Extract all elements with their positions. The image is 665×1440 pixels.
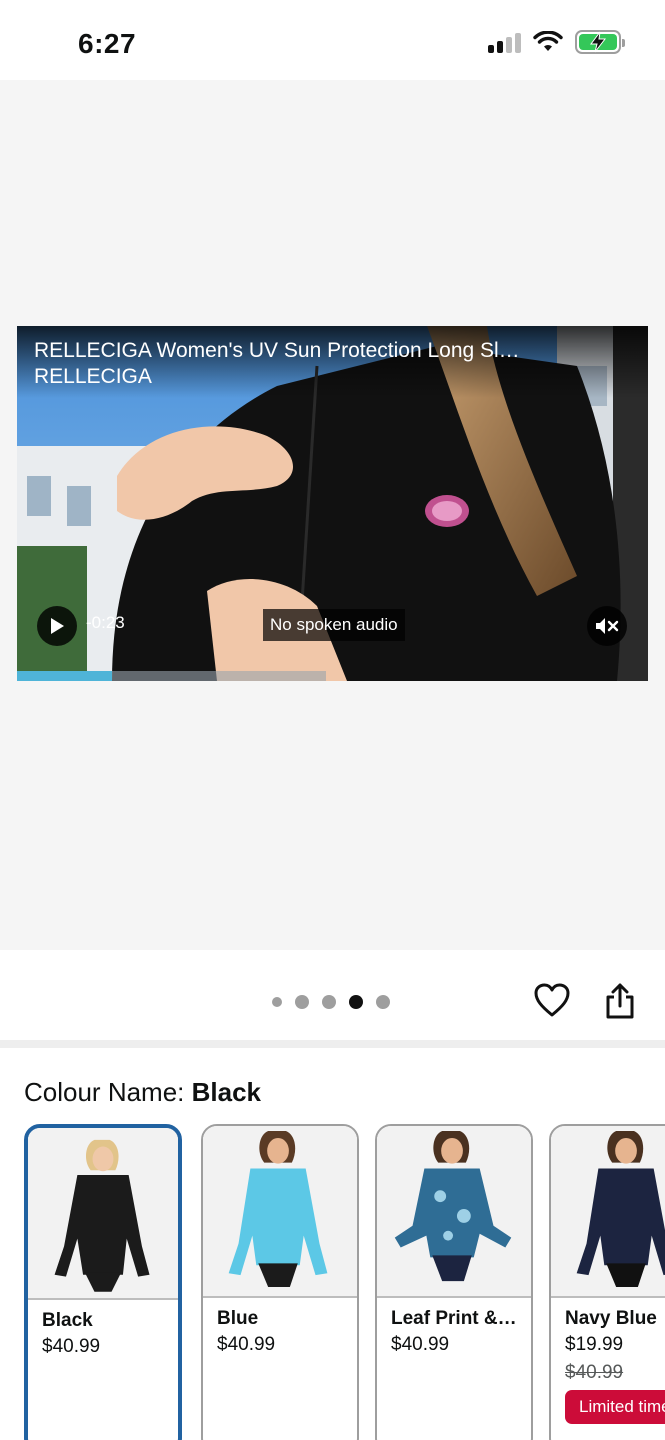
mute-button[interactable] <box>587 606 627 646</box>
swatch-price: $19.99 <box>565 1334 624 1355</box>
swatch-price: $40.99 <box>391 1334 450 1355</box>
swatch-divider <box>28 1298 178 1300</box>
swatch-price: $40.99 <box>42 1336 101 1357</box>
status-bar: 6:27 <box>0 0 665 80</box>
swatch-name: Leaf Print &… <box>391 1308 517 1329</box>
video-time-remaining: -0:23 <box>86 613 125 632</box>
video-title: RELLECIGA Women's UV Sun Protection Long… <box>34 339 520 362</box>
swatch-list-price: $40.99 <box>565 1362 624 1383</box>
swatch-name: Blue <box>217 1308 259 1329</box>
swatch-blue[interactable]: Blue $40.99 <box>201 1124 359 1440</box>
swatch-divider <box>551 1296 665 1298</box>
swatch-price: $40.99 <box>217 1334 276 1355</box>
play-button[interactable] <box>37 606 77 646</box>
video-progress-fill <box>17 671 112 681</box>
product-media-area: RELLECIGA Women's UV Sun Protection Long… <box>0 80 665 950</box>
product-video[interactable]: RELLECIGA Women's UV Sun Protection Long… <box>17 326 648 681</box>
video-progress-bar[interactable] <box>17 671 327 681</box>
swatch-image <box>28 1128 178 1298</box>
heart-icon[interactable] <box>533 982 571 1018</box>
cellular-signal-icon <box>488 31 521 53</box>
deal-badge: Limited time deal <box>565 1390 665 1424</box>
swatch-name: Navy Blue <box>565 1308 657 1329</box>
video-brand: RELLECIGA <box>34 365 152 388</box>
muted-speaker-icon <box>596 618 619 634</box>
status-icons <box>488 30 625 54</box>
pagination-dot[interactable] <box>272 997 282 1007</box>
pagination-dot-active[interactable] <box>349 995 363 1009</box>
section-divider <box>0 1040 665 1048</box>
status-time: 6:27 <box>78 28 137 59</box>
carousel-pagination[interactable] <box>272 995 390 1009</box>
pagination-dot[interactable] <box>322 995 336 1009</box>
colour-name-value: Black <box>191 1077 262 1107</box>
swatch-black[interactable]: Black $40.99 <box>24 1124 182 1440</box>
swatch-leaf-print[interactable]: Leaf Print &… $40.99 <box>375 1124 533 1440</box>
swatch-divider <box>377 1296 531 1298</box>
pagination-dot[interactable] <box>376 995 390 1009</box>
share-icon[interactable] <box>604 982 636 1020</box>
media-controls-row <box>0 950 665 1040</box>
audio-caption: No spoken audio <box>263 609 405 641</box>
swatch-image <box>551 1126 665 1296</box>
pagination-dot[interactable] <box>295 995 309 1009</box>
colour-swatch-list: Black $40.99 Blue $40.99 Leaf Print &… $… <box>24 1124 665 1440</box>
play-icon <box>51 618 64 634</box>
swatch-image <box>203 1126 357 1296</box>
swatch-divider <box>203 1296 357 1298</box>
swatch-navy-blue[interactable]: Navy Blue $19.99 $40.99 Limited time dea… <box>549 1124 665 1440</box>
wifi-icon <box>533 31 563 51</box>
colour-name-label: Colour Name: Black <box>24 1077 261 1108</box>
swatch-name: Black <box>42 1310 93 1331</box>
battery-charging-icon <box>575 30 625 54</box>
swatch-image <box>377 1126 531 1296</box>
colour-name-caption: Colour Name: <box>24 1077 185 1107</box>
